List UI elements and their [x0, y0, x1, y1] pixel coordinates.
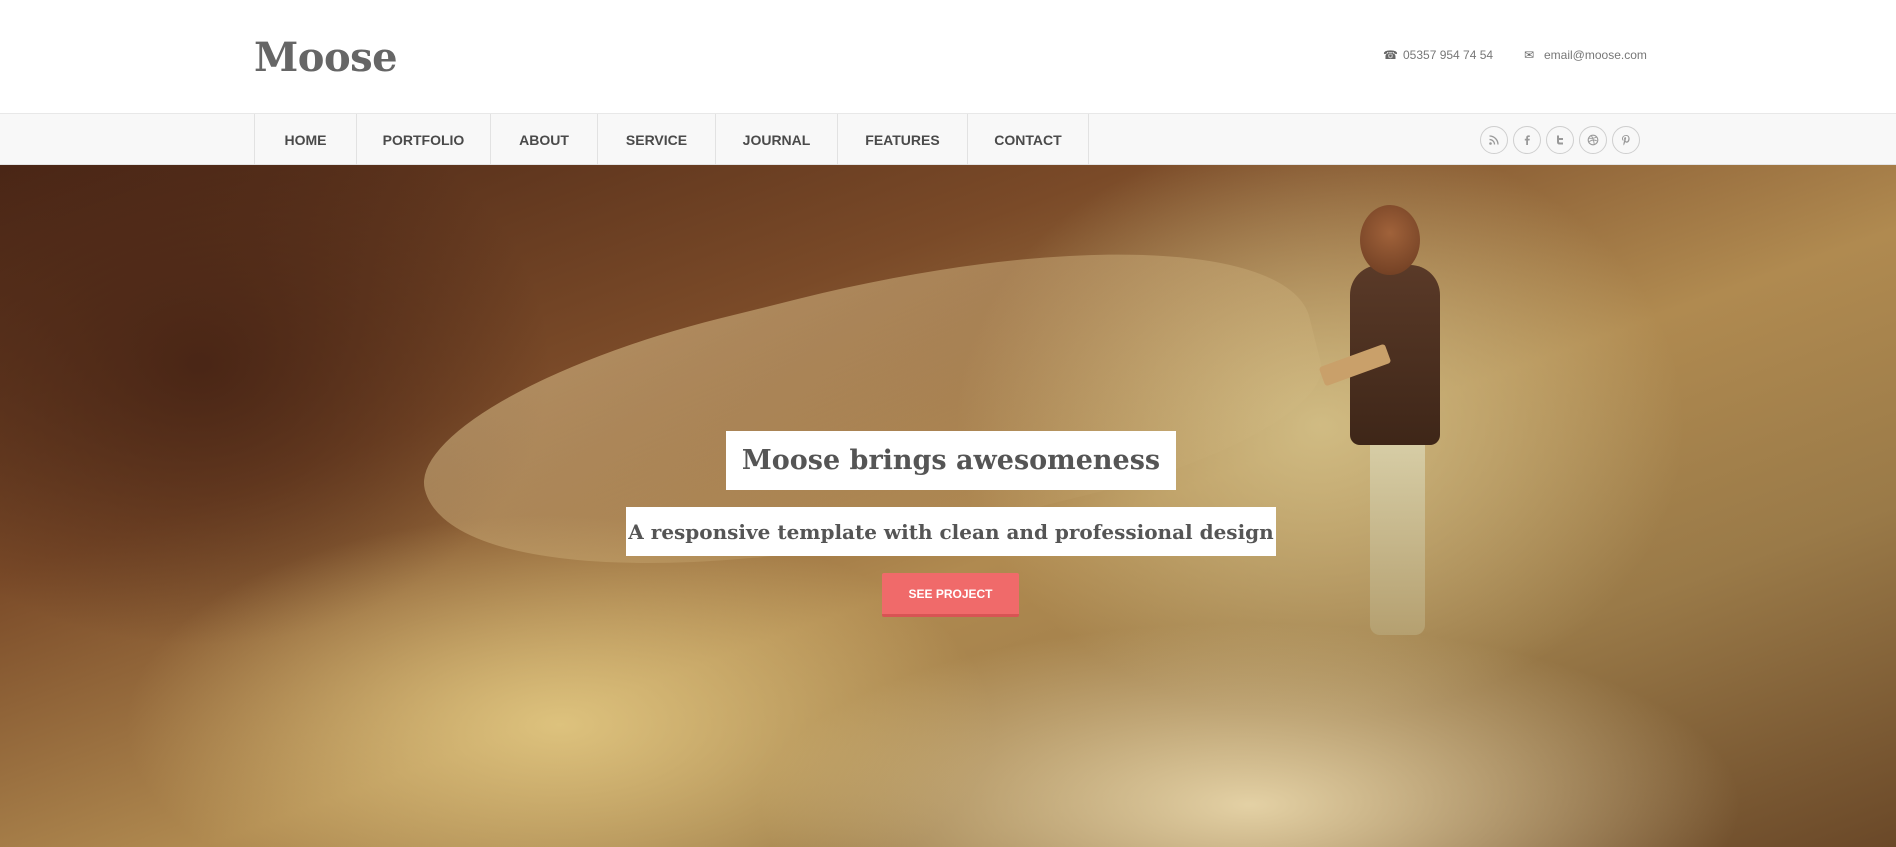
dribbble-icon[interactable] [1579, 126, 1607, 154]
nav-item-contact[interactable]: CONTACT [968, 114, 1089, 165]
phone-icon: ☎ [1383, 48, 1398, 62]
contact-email[interactable]: ✉ email@moose.com [1524, 48, 1647, 62]
hero-section: Moose brings awesomeness A responsive te… [0, 165, 1896, 847]
hero-subtitle: A responsive template with clean and pro… [626, 507, 1276, 556]
envelope-icon: ✉ [1524, 48, 1535, 62]
nav-item-features[interactable]: FEATURES [838, 114, 968, 165]
email-address[interactable]: email@moose.com [1544, 48, 1647, 62]
nav-item-service[interactable]: SERVICE [598, 114, 716, 165]
nav-item-portfolio[interactable]: PORTFOLIO [357, 114, 491, 165]
nav-item-about[interactable]: ABOUT [491, 114, 598, 165]
contact-phone: ☎ 05357 954 74 54 [1383, 48, 1493, 62]
social-links [1480, 126, 1640, 154]
see-project-button[interactable]: SEE PROJECT [882, 573, 1019, 617]
hero-figure-reading [1318, 205, 1460, 665]
hero-title: Moose brings awesomeness [726, 431, 1176, 490]
main-navbar: HOME PORTFOLIO ABOUT SERVICE JOURNAL FEA… [0, 113, 1896, 165]
nav-item-journal[interactable]: JOURNAL [716, 114, 838, 165]
phone-number: 05357 954 74 54 [1403, 48, 1494, 62]
nav-item-home[interactable]: HOME [255, 114, 357, 165]
nav-menu: HOME PORTFOLIO ABOUT SERVICE JOURNAL FEA… [254, 114, 1089, 165]
hero-background-image [401, 179, 1339, 651]
twitter-icon[interactable] [1546, 126, 1574, 154]
rss-icon[interactable] [1480, 126, 1508, 154]
site-logo[interactable]: Moose [254, 34, 398, 81]
site-header: Moose ☎ 05357 954 74 54 ✉ email@moose.co… [0, 0, 1896, 113]
facebook-icon[interactable] [1513, 126, 1541, 154]
pinterest-icon[interactable] [1612, 126, 1640, 154]
